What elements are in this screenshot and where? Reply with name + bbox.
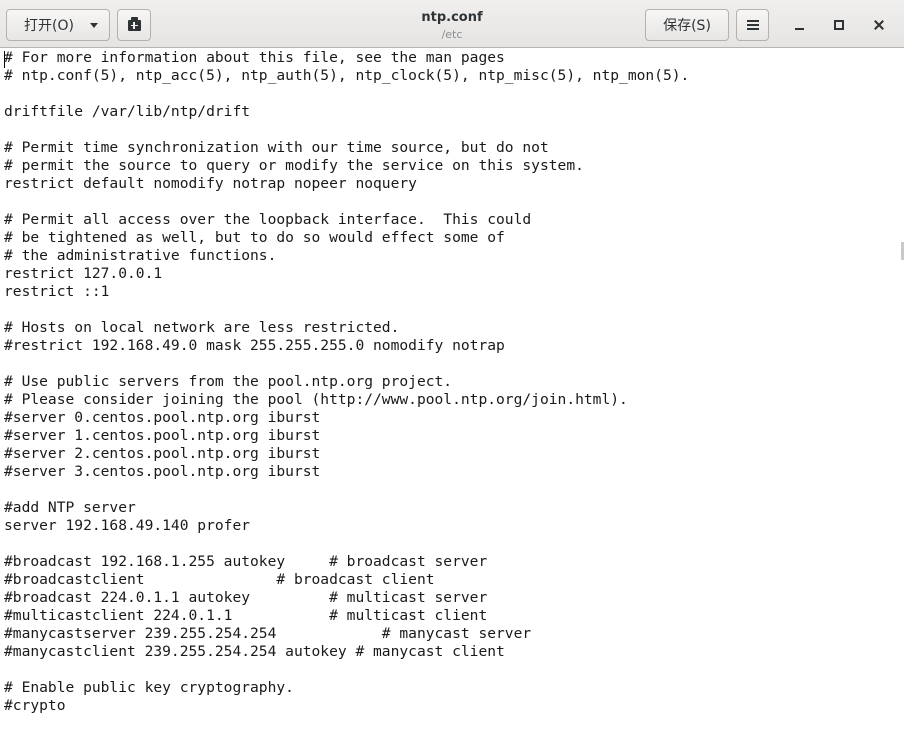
code-line: restrict 127.0.0.1 — [4, 265, 163, 282]
code-line: # ntp.conf(5), ntp_acc(5), ntp_auth(5), … — [4, 67, 690, 84]
code-line: #server 1.centos.pool.ntp.org iburst — [4, 427, 321, 444]
chevron-down-icon — [90, 23, 98, 28]
new-tab-icon — [127, 16, 141, 31]
code-line: #manycastclient 239.255.254.254 autokey … — [4, 643, 505, 660]
code-line: driftfile /var/lib/ntp/drift — [4, 103, 251, 120]
code-line: # Permit all access over the loopback in… — [4, 211, 532, 228]
code-line: # Permit time synchronization with our t… — [4, 139, 549, 156]
code-line: #manycastserver 239.255.254.254 # manyca… — [4, 625, 532, 642]
code-line: server 192.168.49.140 profer — [4, 517, 251, 534]
code-line: # Hosts on local network are less restri… — [4, 319, 400, 336]
gedit-window: 打开(O) ntp.conf /etc 保存(S) # For more inf… — [0, 0, 904, 734]
minimize-button[interactable] — [784, 9, 814, 41]
menu-button[interactable] — [736, 9, 769, 41]
code-line: #broadcast 192.168.1.255 autokey # broad… — [4, 553, 488, 570]
code-line: # be tightened as well, but to do so wou… — [4, 229, 505, 246]
close-button[interactable] — [864, 9, 894, 41]
window-title: ntp.conf — [421, 10, 483, 25]
code-line: #server 0.centos.pool.ntp.org iburst — [4, 409, 321, 426]
close-icon — [874, 20, 885, 31]
code-line: #broadcast 224.0.1.1 autokey # multicast… — [4, 589, 488, 606]
code-line: # Please consider joining the pool (http… — [4, 391, 628, 408]
hamburger-menu-icon — [746, 20, 759, 30]
window-subtitle: /etc — [441, 28, 463, 41]
code-line: # For more information about this file, … — [4, 49, 505, 66]
code-line: #broadcastclient # broadcast client — [4, 571, 435, 588]
code-line: restrict default nomodify notrap nopeer … — [4, 175, 417, 192]
open-button-label: 打开(O) — [24, 18, 74, 34]
code-line: #server 2.centos.pool.ntp.org iburst — [4, 445, 321, 462]
code-line: #restrict 192.168.49.0 mask 255.255.255.… — [4, 337, 505, 354]
code-line: # Enable public key cryptography. — [4, 679, 294, 696]
open-button[interactable]: 打开(O) — [6, 9, 110, 41]
text-editor[interactable]: # For more information about this file, … — [0, 48, 904, 734]
code-line: #add NTP server — [4, 499, 136, 516]
code-line: restrict ::1 — [4, 283, 110, 300]
window-title-block: ntp.conf /etc — [300, 9, 604, 42]
code-line: # the administrative functions. — [4, 247, 277, 264]
code-line: #crypto — [4, 697, 66, 714]
code-line: #multicastclient 224.0.1.1 # multicast c… — [4, 607, 488, 624]
maximize-button[interactable] — [824, 9, 854, 41]
header-bar: 打开(O) ntp.conf /etc 保存(S) — [0, 0, 904, 48]
new-document-button[interactable] — [117, 9, 151, 41]
code-line: #server 3.centos.pool.ntp.org iburst — [4, 463, 321, 480]
code-line: # permit the source to query or modify t… — [4, 157, 584, 174]
code-line: # Use public servers from the pool.ntp.o… — [4, 373, 453, 390]
save-button-label: 保存(S) — [663, 18, 711, 34]
save-button[interactable]: 保存(S) — [645, 9, 729, 41]
minimize-icon — [794, 28, 804, 30]
maximize-icon — [834, 20, 844, 30]
